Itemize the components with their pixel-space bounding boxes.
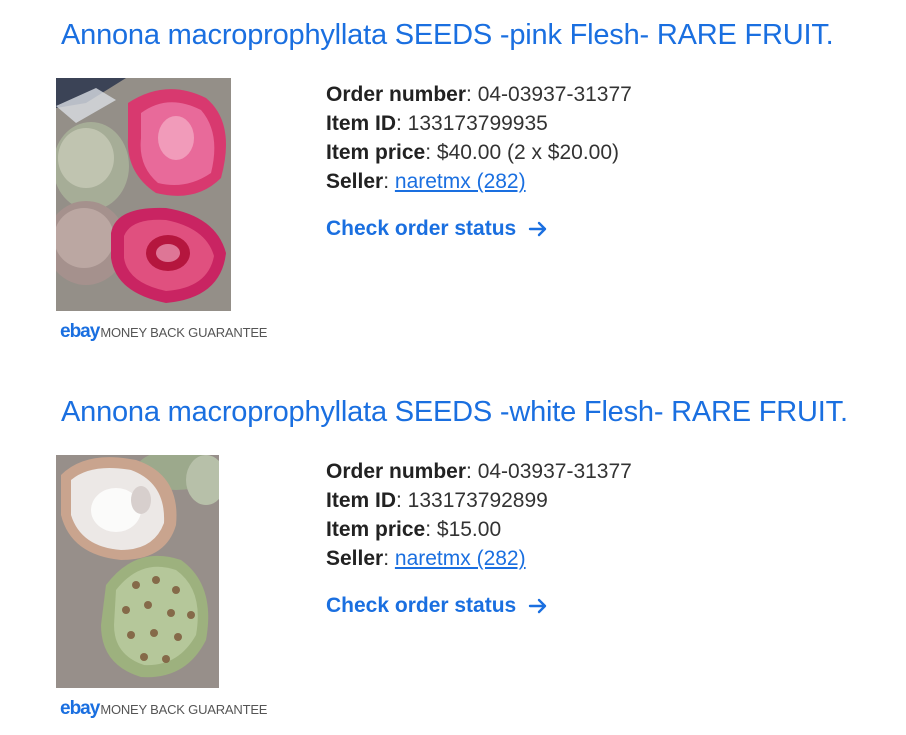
check-order-status-label: Check order status	[326, 217, 517, 240]
arrow-right-icon	[529, 598, 547, 614]
white-flesh-fruit-image	[56, 455, 219, 688]
order-number-row: Order number: 04-03937-31377	[326, 80, 632, 109]
item-id-label: Item ID	[326, 112, 397, 135]
seller-link[interactable]: naretmx (282)	[395, 547, 526, 570]
item-thumbnail[interactable]	[56, 78, 231, 311]
money-back-guarantee-badge[interactable]: ebay MONEY BACK GUARANTEE	[60, 698, 267, 720]
item-id-value: : 133173799935	[396, 112, 548, 135]
order-number-label: Order number	[326, 83, 467, 106]
item-id-label: Item ID	[326, 489, 397, 512]
item-price-value: : $40.00 (2 x $20.00)	[425, 141, 620, 164]
seller-row: Seller: naretmx (282)	[326, 544, 632, 573]
order-details: Order number: 04-03937-31377 Item ID: 13…	[326, 80, 632, 196]
item-price-label: Item price	[326, 518, 426, 541]
seller-separator: :	[383, 170, 395, 193]
seller-link[interactable]: naretmx (282)	[395, 170, 526, 193]
item-id-value: : 133173792899	[396, 489, 548, 512]
item-price-value: : $15.00	[425, 518, 502, 541]
item-title-link[interactable]: Annona macroprophyllata SEEDS -white Fle…	[61, 396, 848, 429]
order-number-row: Order number: 04-03937-31377	[326, 457, 632, 486]
money-back-guarantee-badge[interactable]: ebay MONEY BACK GUARANTEE	[60, 321, 267, 343]
pink-flesh-fruit-image	[56, 78, 231, 311]
order-number-value: : 04-03937-31377	[466, 460, 632, 483]
check-order-status-link[interactable]: Check order status	[326, 594, 548, 618]
seller-row: Seller: naretmx (282)	[326, 167, 632, 196]
item-price-row: Item price: $15.00	[326, 515, 632, 544]
check-order-status-link[interactable]: Check order status	[326, 217, 548, 241]
arrow-right-icon	[529, 221, 547, 237]
ebay-logo: ebay	[60, 698, 100, 719]
seller-label: Seller	[326, 547, 384, 570]
item-price-label: Item price	[326, 141, 426, 164]
order-number-label: Order number	[326, 460, 467, 483]
item-title-link[interactable]: Annona macroprophyllata SEEDS -pink Fles…	[61, 19, 834, 52]
order-number-value: : 04-03937-31377	[466, 83, 632, 106]
item-id-row: Item ID: 133173799935	[326, 109, 632, 138]
check-order-status-label: Check order status	[326, 594, 517, 617]
ebay-logo: ebay	[60, 321, 100, 342]
guarantee-text: MONEY BACK GUARANTEE	[100, 325, 268, 340]
item-thumbnail[interactable]	[56, 455, 219, 688]
order-details: Order number: 04-03937-31377 Item ID: 13…	[326, 457, 632, 573]
seller-separator: :	[383, 547, 395, 570]
guarantee-text: MONEY BACK GUARANTEE	[100, 702, 268, 717]
seller-label: Seller	[326, 170, 384, 193]
item-price-row: Item price: $40.00 (2 x $20.00)	[326, 138, 632, 167]
item-id-row: Item ID: 133173792899	[326, 486, 632, 515]
